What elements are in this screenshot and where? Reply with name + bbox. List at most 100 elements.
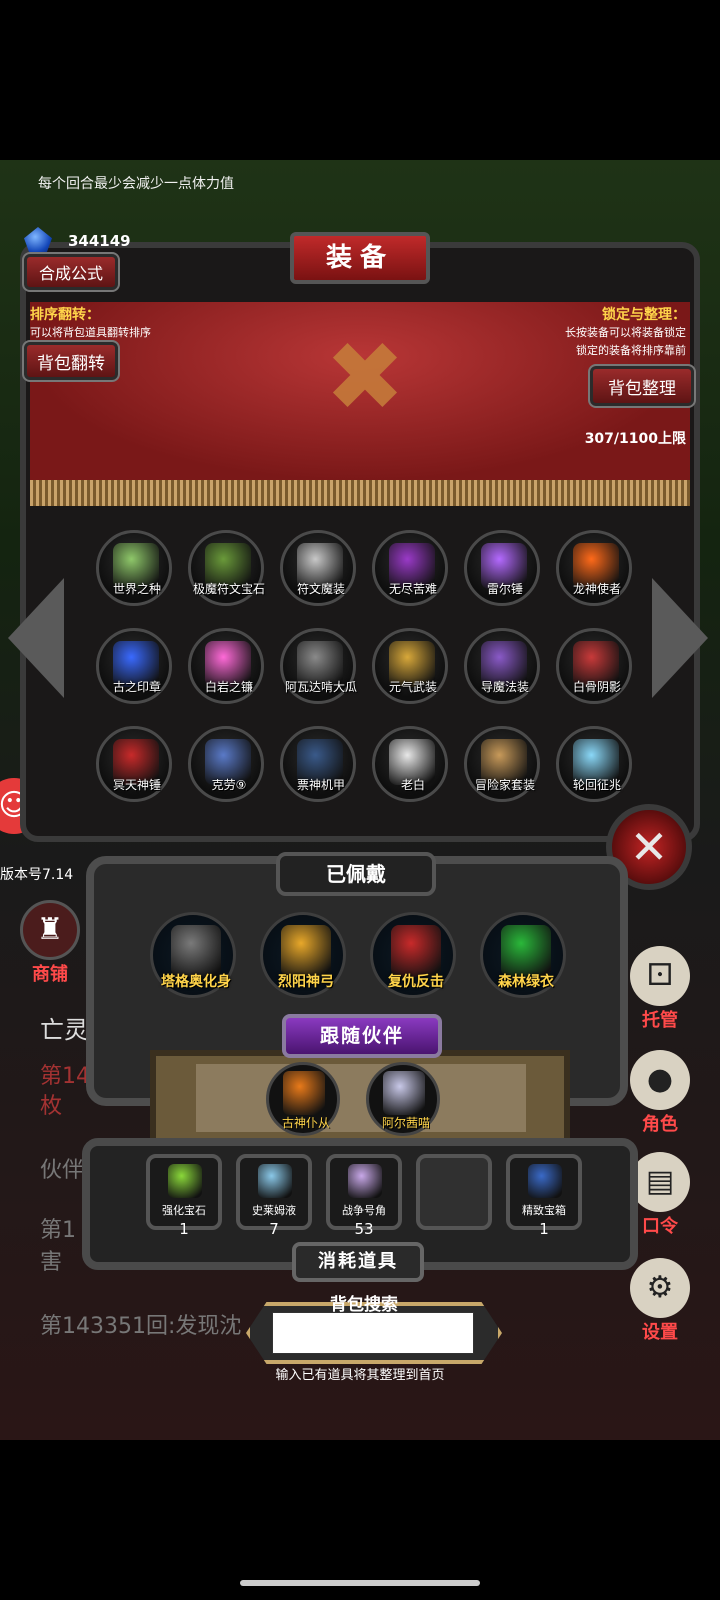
companion-slot[interactable]: 阿尔茜喵 bbox=[366, 1062, 440, 1136]
companion-name: 阿尔茜喵 bbox=[381, 1116, 430, 1130]
game-screen: 每个回合最少会减少一点体力值 亡灵 第14 枚 伙伴 第1 害 第143351回… bbox=[0, 160, 720, 1440]
consumable-slot[interactable]: 精致宝箱 1 bbox=[506, 1154, 582, 1238]
equipment-name: 冒险家套装 bbox=[474, 778, 535, 792]
worn-item-icon bbox=[501, 925, 551, 977]
equipment-name: 白骨阴影 bbox=[572, 680, 621, 694]
companion-icon bbox=[383, 1071, 425, 1115]
equipment-slot[interactable]: 老白 bbox=[372, 726, 448, 802]
worn-slot[interactable]: 烈阳神弓 bbox=[260, 912, 346, 998]
log-line: 亡灵 bbox=[40, 1016, 88, 1044]
equipment-slot[interactable]: 冒险家套装 bbox=[464, 726, 540, 802]
consumable-icon bbox=[258, 1164, 292, 1198]
equipment-slot[interactable]: 符文魔装 bbox=[280, 530, 356, 606]
bag-organize-button[interactable]: 背包整理 bbox=[588, 364, 696, 408]
lock-sort-title: 锁定与整理： bbox=[602, 307, 686, 323]
log-line: 第1 bbox=[40, 1218, 76, 1243]
equipment-name: 导魔法装 bbox=[480, 680, 529, 694]
worn-slot[interactable]: 复仇反击 bbox=[370, 912, 456, 998]
search-hint: 输入已有道具将其整理到首页 bbox=[275, 1368, 445, 1383]
equipment-slot[interactable]: 票神机甲 bbox=[280, 726, 356, 802]
companion-slot[interactable]: 古神仆从 bbox=[266, 1062, 340, 1136]
worn-item-icon bbox=[281, 925, 331, 977]
tip-text: 每个回合最少会减少一点体力值 bbox=[38, 176, 234, 192]
equipment-slot[interactable]: 冥天神锤 bbox=[96, 726, 172, 802]
gear-icon: ⚙ bbox=[630, 1258, 690, 1318]
sort-flip-title: 排序翻转： bbox=[30, 307, 100, 323]
worn-item-name: 塔格奥化身 bbox=[161, 974, 231, 990]
sort-flip-desc: 可以将背包道具翻转排序 bbox=[30, 326, 151, 339]
consumable-slot[interactable]: 史莱姆液 7 bbox=[236, 1154, 312, 1238]
equipment-slot[interactable]: 白骨阴影 bbox=[556, 628, 632, 704]
log-line: 伙伴 bbox=[40, 1158, 85, 1183]
consumable-slot[interactable]: 战争号角 53 bbox=[326, 1154, 402, 1238]
character-button[interactable]: ● 角色 bbox=[624, 1050, 696, 1136]
currency-display: 344149 bbox=[24, 226, 131, 256]
auto-manage-label: 托管 bbox=[642, 1010, 678, 1031]
home-indicator[interactable] bbox=[240, 1580, 480, 1586]
dice-icon: ⚀ bbox=[630, 946, 690, 1006]
worn-item-icon bbox=[391, 925, 441, 977]
consumable-name: 精致宝箱 bbox=[522, 1204, 566, 1217]
worn-item-name: 森林绿衣 bbox=[498, 974, 554, 990]
equipment-slot[interactable]: 克劳⑨ bbox=[188, 726, 264, 802]
shop-icon: ♜ bbox=[20, 900, 80, 960]
worn-item-name: 复仇反击 bbox=[388, 974, 444, 990]
consumable-count: 53 bbox=[354, 1220, 374, 1238]
equipment-slot[interactable]: 无尽苦难 bbox=[372, 530, 448, 606]
worn-slot[interactable]: 森林绿衣 bbox=[480, 912, 566, 998]
log-line: 第143351回:发现沈 bbox=[40, 1314, 242, 1339]
hooded-figure-icon: ● bbox=[630, 1050, 690, 1110]
worn-slot[interactable]: 塔格奥化身 bbox=[150, 912, 236, 998]
consumable-slot[interactable]: 强化宝石 1 bbox=[146, 1154, 222, 1238]
bag-flip-button[interactable]: 背包翻转 bbox=[22, 340, 120, 382]
log-line: 第14 bbox=[40, 1064, 90, 1089]
empty-consumable-slot[interactable] bbox=[416, 1154, 492, 1230]
equipment-name: 符文魔装 bbox=[296, 582, 345, 596]
equipment-name: 龙神使者 bbox=[572, 582, 621, 596]
equipment-slot[interactable]: 世界之种 bbox=[96, 530, 172, 606]
equipment-slot[interactable]: 阿瓦达啃大瓜 bbox=[280, 628, 357, 704]
equipment-slot[interactable]: 元气武装 bbox=[372, 628, 448, 704]
worn-title: 已佩戴 bbox=[276, 852, 436, 896]
currency-amount: 344149 bbox=[68, 232, 131, 250]
equipment-name: 冥天神锤 bbox=[112, 778, 161, 792]
equipment-slot[interactable]: 极魔符文宝石 bbox=[188, 530, 265, 606]
consumables-title: 消耗道具 bbox=[292, 1242, 424, 1282]
settings-button[interactable]: ⚙ 设置 bbox=[624, 1258, 696, 1344]
bag-search-input[interactable] bbox=[272, 1312, 474, 1354]
equipment-name: 极魔符文宝石 bbox=[192, 582, 265, 596]
equipment-slot[interactable]: 导魔法装 bbox=[464, 628, 540, 704]
page-title: 装备 bbox=[290, 232, 430, 284]
equipment-name: 阿瓦达啃大瓜 bbox=[284, 680, 357, 694]
equipment-name: 古之印章 bbox=[112, 680, 161, 694]
equipment-slot[interactable]: 轮回征兆 bbox=[556, 726, 632, 802]
equipment-name: 票神机甲 bbox=[296, 778, 345, 792]
equipment-name: 白岩之镰 bbox=[204, 680, 253, 694]
auto-manage-button[interactable]: ⚀ 托管 bbox=[624, 946, 696, 1032]
companion-frame bbox=[150, 1050, 570, 1146]
blue-gem-icon bbox=[24, 227, 52, 255]
consumable-icon bbox=[528, 1164, 562, 1198]
consumable-count: 1 bbox=[179, 1220, 189, 1238]
crossed-swords-icon: ✖ bbox=[324, 321, 406, 433]
version-text: 版本号7.14 bbox=[0, 867, 74, 883]
equipment-name: 世界之种 bbox=[112, 582, 161, 596]
banner-fringe bbox=[30, 480, 690, 506]
equipment-slot[interactable]: 雷尔锤 bbox=[464, 530, 540, 606]
lock-sort-desc-1: 长按装备可以将装备锁定 bbox=[565, 326, 686, 339]
companion-icon bbox=[283, 1071, 325, 1115]
equipment-slot[interactable]: 龙神使者 bbox=[556, 530, 632, 606]
consumable-icon bbox=[168, 1164, 202, 1198]
worn-item-icon bbox=[171, 925, 221, 977]
log-line: 枚 bbox=[40, 1094, 63, 1119]
craft-formula-button[interactable]: 合成公式 bbox=[22, 252, 120, 292]
log-line: 害 bbox=[40, 1250, 63, 1275]
character-label: 角色 bbox=[642, 1114, 678, 1135]
equipment-slot[interactable]: 古之印章 bbox=[96, 628, 172, 704]
consumable-name: 史莱姆液 bbox=[252, 1204, 296, 1217]
consumable-icon bbox=[348, 1164, 382, 1198]
equipment-slot[interactable]: 白岩之镰 bbox=[188, 628, 264, 704]
equipment-name: 老白 bbox=[400, 778, 425, 792]
shop-button[interactable]: ♜ 商铺 bbox=[18, 900, 82, 990]
shop-label: 商铺 bbox=[32, 964, 68, 985]
